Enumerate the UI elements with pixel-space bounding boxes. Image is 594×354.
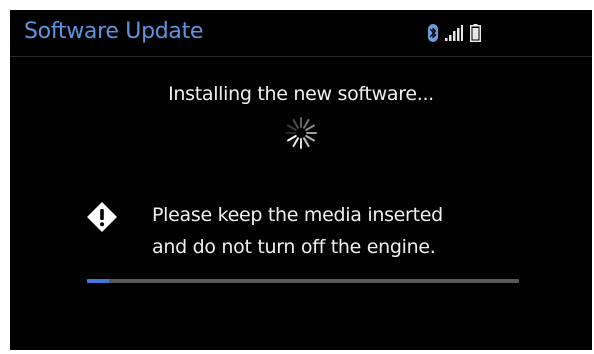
warning-diamond-icon [87,202,117,232]
progress-bar [87,279,519,283]
warning-line-1: Please keep the media inserted [152,204,443,226]
spinner-spoke [292,137,299,147]
spinner-spoke [303,137,310,147]
header-bar: Software Update [10,10,592,57]
installing-status-text: Installing the new software... [168,83,434,105]
warning-message: Please keep the media inserted and do no… [152,199,532,263]
signal-strength-icon [445,25,463,41]
spinner-spoke [305,124,315,131]
battery-icon [470,24,481,42]
spinner-spoke [292,119,299,129]
status-icons [428,22,481,44]
progress-bar-fill [87,279,109,283]
spinner-spoke [287,124,297,131]
software-update-screen: Software Update Installing the new softw… [10,10,592,350]
spinner-spoke [287,135,297,142]
spinner-spoke [305,135,315,142]
bluetooth-icon [428,24,438,42]
loading-spinner-icon [285,117,317,149]
spinner-spoke [303,119,310,129]
warning-line-2: and do not turn off the engine. [152,236,436,258]
screen-title: Software Update [24,19,204,44]
